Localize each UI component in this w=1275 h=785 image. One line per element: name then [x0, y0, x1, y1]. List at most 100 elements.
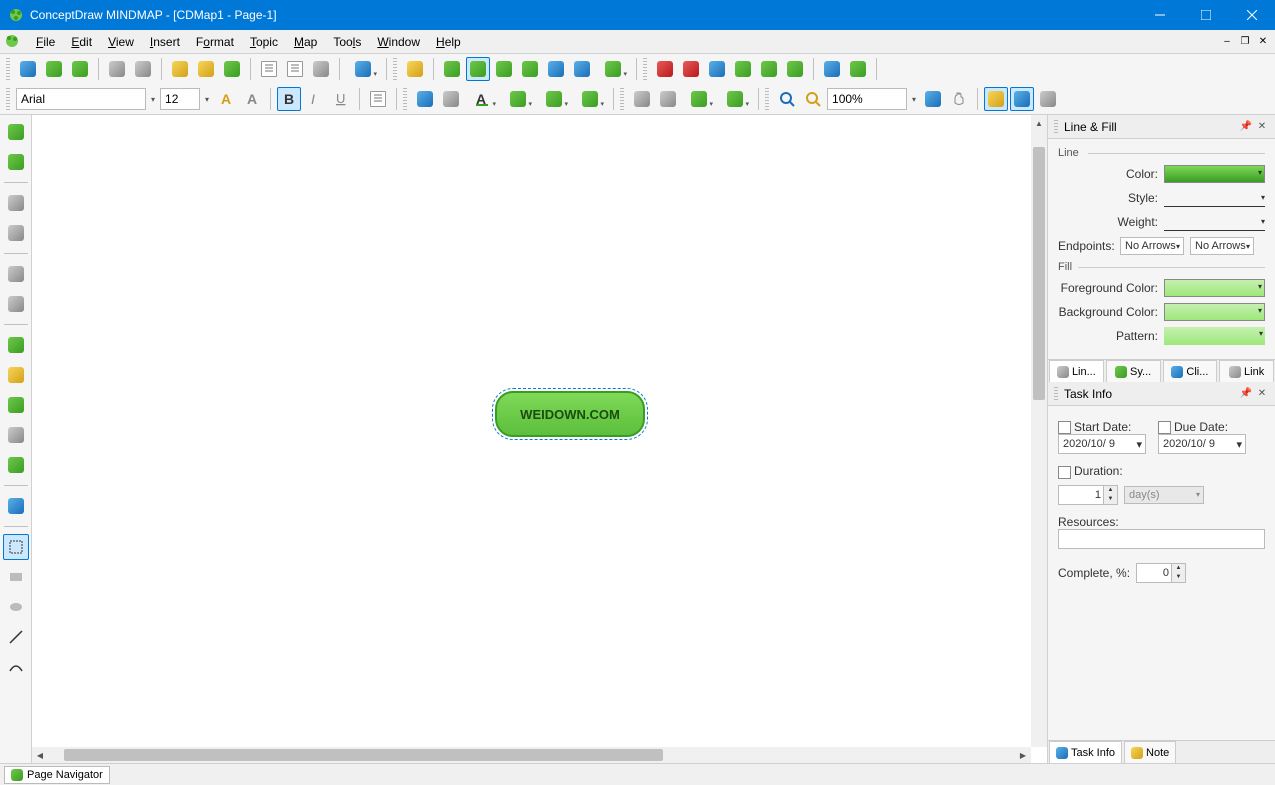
- toolbar-grip[interactable]: [393, 58, 397, 80]
- duration-unit-selector[interactable]: day(s)▾: [1124, 486, 1204, 504]
- collapse-button[interactable]: [518, 57, 542, 81]
- menu-file[interactable]: File: [28, 31, 63, 53]
- panel-close-button[interactable]: ✕: [1255, 120, 1269, 134]
- shadow-button[interactable]: [573, 87, 607, 111]
- cut-button[interactable]: [309, 57, 333, 81]
- attachment-button[interactable]: [3, 291, 29, 317]
- export-ppt2-button[interactable]: [679, 57, 703, 81]
- mdi-minimize[interactable]: –: [1219, 34, 1235, 50]
- new-map-button[interactable]: [16, 57, 40, 81]
- outline-button[interactable]: [544, 57, 568, 81]
- start-date-checkbox[interactable]: [1058, 421, 1071, 434]
- underline-button[interactable]: U: [329, 87, 353, 111]
- export-excel-button[interactable]: [783, 57, 807, 81]
- edit-mode-button[interactable]: [984, 87, 1008, 111]
- font-shadow-button[interactable]: A: [240, 87, 264, 111]
- floating-button[interactable]: [3, 220, 29, 246]
- image-button[interactable]: [3, 261, 29, 287]
- pin-icon[interactable]: 📌: [1239, 387, 1253, 401]
- export-ppt-button[interactable]: [653, 57, 677, 81]
- menu-insert[interactable]: Insert: [142, 31, 188, 53]
- sort-button[interactable]: [596, 57, 630, 81]
- print-button[interactable]: [105, 57, 129, 81]
- number-button[interactable]: [570, 57, 594, 81]
- due-date-checkbox[interactable]: [1158, 421, 1171, 434]
- callout-button[interactable]: [3, 190, 29, 216]
- due-date-input[interactable]: 2020/10/ 9▾: [1158, 434, 1246, 454]
- bg-color-swatch[interactable]: ▾: [1164, 303, 1265, 321]
- tab-line[interactable]: Lin...: [1049, 360, 1104, 382]
- pattern-selector[interactable]: ▾: [1164, 327, 1265, 345]
- font-color-button[interactable]: A: [214, 87, 238, 111]
- complete-input[interactable]: 0▲▼: [1136, 563, 1186, 583]
- line-style-button[interactable]: [537, 87, 571, 111]
- add-topic-button[interactable]: [440, 57, 464, 81]
- line-color-button[interactable]: [501, 87, 535, 111]
- resources-input[interactable]: [1058, 529, 1265, 549]
- zoom-in-button[interactable]: [775, 87, 799, 111]
- main-topic[interactable]: WEIDOWN.COM: [495, 391, 645, 437]
- toolbar-grip[interactable]: [403, 88, 407, 110]
- mdi-restore[interactable]: ❐: [1237, 34, 1253, 50]
- toolbar-grip[interactable]: [765, 88, 769, 110]
- start-date-input[interactable]: 2020/10/ 9▾: [1058, 434, 1146, 454]
- icon-priority-button[interactable]: [3, 362, 29, 388]
- print-preview-button[interactable]: [131, 57, 155, 81]
- extra-button[interactable]: [1036, 87, 1060, 111]
- line-tool-button[interactable]: [3, 624, 29, 650]
- endpoint-start-selector[interactable]: No Arrows▾: [1120, 237, 1184, 255]
- menu-format[interactable]: Format: [188, 31, 242, 53]
- boundary3-button[interactable]: [682, 87, 716, 111]
- align-button[interactable]: [366, 87, 390, 111]
- line-color-swatch[interactable]: ▾: [1164, 165, 1265, 183]
- map-view-button[interactable]: [846, 57, 870, 81]
- duration-input[interactable]: 1▲▼: [1058, 485, 1118, 505]
- select-tool-button[interactable]: [3, 534, 29, 560]
- paste-button[interactable]: [283, 57, 307, 81]
- duration-checkbox[interactable]: [1058, 466, 1071, 479]
- save-button[interactable]: [68, 57, 92, 81]
- maximize-button[interactable]: [1183, 0, 1229, 30]
- copy-button[interactable]: [257, 57, 281, 81]
- tab-link[interactable]: Link: [1219, 360, 1274, 382]
- add-maintopic-button[interactable]: [3, 119, 29, 145]
- scrollbar-horizontal[interactable]: ◀▶: [32, 747, 1031, 763]
- endpoint-end-selector[interactable]: No Arrows▾: [1190, 237, 1254, 255]
- page-navigator-tab[interactable]: Page Navigator: [4, 766, 110, 784]
- tab-taskinfo[interactable]: Task Info: [1049, 741, 1122, 763]
- zoom-out-button[interactable]: [801, 87, 825, 111]
- fill-color-button[interactable]: A: [465, 87, 499, 111]
- boundary2-button[interactable]: [656, 87, 680, 111]
- menu-tools[interactable]: Tools: [325, 31, 369, 53]
- export-project-button[interactable]: [731, 57, 755, 81]
- symbol-button[interactable]: [3, 493, 29, 519]
- minimize-button[interactable]: [1137, 0, 1183, 30]
- menu-topic[interactable]: Topic: [242, 31, 286, 53]
- auto-arrange-button[interactable]: [492, 57, 516, 81]
- arrange-button[interactable]: [466, 57, 490, 81]
- tab-symbols[interactable]: Sy...: [1106, 360, 1161, 382]
- bold-button[interactable]: B: [277, 87, 301, 111]
- view-mode-button[interactable]: [1010, 87, 1034, 111]
- menu-edit[interactable]: Edit: [63, 31, 100, 53]
- panel-close-button[interactable]: ✕: [1255, 387, 1269, 401]
- boundary1-button[interactable]: [630, 87, 654, 111]
- numbering-button[interactable]: [439, 87, 463, 111]
- canvas[interactable]: WEIDOWN.COM: [32, 115, 1031, 747]
- menu-map[interactable]: Map: [286, 31, 325, 53]
- fg-color-swatch[interactable]: ▾: [1164, 279, 1265, 297]
- font-size-selector[interactable]: 12: [160, 88, 200, 110]
- menu-window[interactable]: Window: [369, 31, 428, 53]
- menu-view[interactable]: View: [100, 31, 142, 53]
- line-weight-selector[interactable]: ▾: [1164, 213, 1265, 231]
- refresh-button[interactable]: [220, 57, 244, 81]
- mdi-close[interactable]: ✕: [1255, 34, 1271, 50]
- relationship-button[interactable]: [718, 87, 752, 111]
- zoom-selector[interactable]: 100%: [827, 88, 907, 110]
- hyperlink-button[interactable]: [3, 422, 29, 448]
- toolbar-grip[interactable]: [620, 88, 624, 110]
- pan-button[interactable]: [947, 87, 971, 111]
- icon-flag-button[interactable]: [3, 392, 29, 418]
- icon-add-button[interactable]: [3, 332, 29, 358]
- topic-shape-button[interactable]: [413, 87, 437, 111]
